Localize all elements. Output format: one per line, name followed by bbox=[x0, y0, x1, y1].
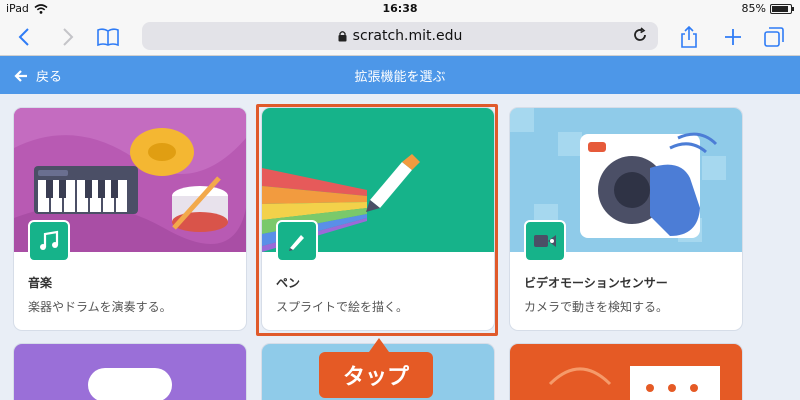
new-tab-icon[interactable] bbox=[722, 24, 744, 50]
extension-title: ビデオモーションセンサー bbox=[524, 276, 668, 290]
status-right: 85% bbox=[741, 2, 794, 15]
tap-callout: タップ bbox=[319, 338, 433, 398]
bookmarks-icon[interactable] bbox=[94, 24, 122, 50]
url-text: scratch.mit.edu bbox=[352, 28, 463, 44]
extension-card-row2-3[interactable] bbox=[510, 344, 742, 400]
extension-card-music[interactable]: 音楽 楽器やドラムを演奏する。 bbox=[14, 108, 246, 330]
reload-icon[interactable] bbox=[632, 27, 648, 43]
status-bar: iPad 16:38 85% bbox=[0, 0, 800, 18]
pen-icon bbox=[276, 220, 318, 262]
extension-description: カメラで動きを検知する。 bbox=[524, 300, 669, 314]
card-preview-shape bbox=[88, 368, 172, 400]
extension-card-pen[interactable]: ペン スプライトで絵を描く。 bbox=[262, 108, 494, 330]
back-arrow-icon[interactable] bbox=[14, 24, 34, 50]
page-title: 拡張機能を選ぶ bbox=[354, 70, 446, 85]
card-preview-graphic bbox=[548, 366, 720, 400]
share-icon[interactable] bbox=[678, 24, 700, 50]
battery-percent: 85% bbox=[741, 2, 766, 15]
video-camera-icon bbox=[524, 220, 566, 262]
extension-card-row2-1[interactable] bbox=[14, 344, 246, 400]
extension-description: スプライトで絵を描く。 bbox=[276, 300, 409, 314]
extension-header: 戻る 拡張機能を選ぶ bbox=[0, 56, 800, 94]
browser-toolbar: scratch.mit.edu bbox=[0, 18, 800, 56]
forward-arrow-icon[interactable] bbox=[58, 24, 78, 50]
extension-title: 音楽 bbox=[28, 276, 53, 290]
extension-card-video-sensing[interactable]: ビデオモーションセンサー カメラで動きを検知する。 bbox=[510, 108, 742, 330]
address-bar[interactable]: scratch.mit.edu bbox=[142, 22, 658, 50]
status-time: 16:38 bbox=[382, 2, 418, 15]
music-note-icon bbox=[28, 220, 70, 262]
battery-icon bbox=[770, 3, 794, 14]
tabs-icon[interactable] bbox=[762, 24, 786, 50]
lock-icon bbox=[338, 31, 347, 42]
extension-title: ペン bbox=[276, 276, 301, 290]
extension-description: 楽器やドラムを演奏する。 bbox=[28, 300, 172, 314]
